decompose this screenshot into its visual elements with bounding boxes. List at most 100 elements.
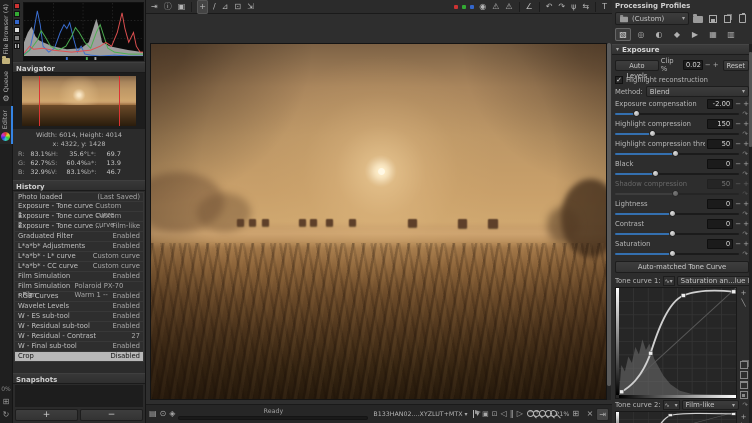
next-image-icon[interactable]: ▷ <box>517 408 523 420</box>
highlight-clip-warning-icon[interactable]: ⚠ <box>491 1 500 13</box>
slider-track[interactable] <box>615 210 739 218</box>
history-row[interactable]: Film Simulation - FilmPolaroid PX-70 War… <box>14 282 144 292</box>
tone-curve-2-reset-icon[interactable]: ↷ <box>741 401 749 409</box>
history-row[interactable]: Film SimulationEnabled <box>14 272 144 282</box>
history-row[interactable]: W - Residual - Contrast27 <box>14 332 144 342</box>
tab-raw[interactable]: ▦ <box>705 28 721 41</box>
slider-track[interactable] <box>615 130 739 138</box>
slider-value[interactable]: 0 <box>707 199 733 209</box>
tab-file-browser[interactable]: File Browser (4) <box>0 0 13 67</box>
history-row-selected[interactable]: CropDisabled <box>14 352 144 362</box>
copy-profile-button[interactable] <box>721 13 734 25</box>
curve-save-icon[interactable] <box>740 391 748 399</box>
rotate-right-icon[interactable]: ↷ <box>557 1 566 13</box>
method-dropdown[interactable]: Blend ▾ <box>646 86 749 97</box>
slider-knob[interactable] <box>649 130 656 137</box>
focus-mask-icon[interactable]: ◉ <box>478 1 487 13</box>
histogram-red-toggle[interactable] <box>14 3 20 9</box>
slider-knob[interactable] <box>669 250 676 257</box>
profile-dropdown[interactable]: (Custom) ▾ <box>615 12 689 25</box>
checkbox-checked-icon[interactable]: ✓ <box>615 76 623 84</box>
crop-tool-icon[interactable]: ⊡ <box>233 1 242 13</box>
flip-horizontal-icon[interactable]: ⇆ <box>581 1 590 13</box>
edit-point-icon[interactable]: + <box>741 289 747 297</box>
tone-curve-1-canvas[interactable] <box>615 287 737 399</box>
preview-vertical-scrollbar[interactable] <box>607 43 611 400</box>
tone-curve-1-type-dropdown[interactable]: ∿▾ <box>663 276 675 286</box>
remove-snapshot-button[interactable]: − <box>80 409 143 421</box>
slider-minus-button[interactable]: − <box>735 140 741 149</box>
gamut-check-icon[interactable]: ▣ <box>482 408 489 420</box>
rotate-left-icon[interactable]: ↶ <box>545 1 554 13</box>
tone-curve-1-mode-dropdown[interactable]: Saturation an...lue Blending ▾ <box>677 276 752 286</box>
history-row[interactable]: L*a*b* AdjustmentsEnabled <box>14 242 144 252</box>
tab-editor[interactable]: Editor <box>0 106 13 144</box>
history-row[interactable]: Photo loaded(Last Saved) <box>14 192 144 202</box>
slider-knob[interactable] <box>652 170 659 177</box>
slider-track[interactable] <box>615 170 739 178</box>
slider-knob[interactable] <box>672 150 679 157</box>
slider-track[interactable] <box>615 230 739 238</box>
navigator-thumbnail[interactable] <box>22 76 136 126</box>
zoom-fit-crop-icon[interactable] <box>544 409 547 420</box>
slider-knob[interactable] <box>669 230 676 237</box>
histogram-blue-toggle[interactable] <box>14 19 20 25</box>
image-info-icon[interactable]: ⓘ <box>163 1 173 13</box>
history-row[interactable]: Wavelet LevelsEnabled <box>14 302 144 312</box>
clipped-preview-icon[interactable]: ⊡ <box>492 408 498 420</box>
history-row[interactable]: Exposure - Tone curve 1Custom curve <box>14 202 144 212</box>
close-editor-icon[interactable]: × <box>587 408 594 420</box>
text-tool-icon[interactable]: T <box>601 1 608 13</box>
edit-point-icon[interactable]: + <box>741 413 747 421</box>
slider-minus-button[interactable]: − <box>735 120 741 129</box>
soft-proofing-flag-icon[interactable] <box>473 410 474 418</box>
curve-copy-icon[interactable] <box>740 361 748 369</box>
tone-curve-2-type-dropdown[interactable]: ∿▾ <box>663 400 680 410</box>
zoom-in-icon[interactable]: + <box>532 409 535 420</box>
slider-reset-icon[interactable]: ↷ <box>741 170 749 178</box>
slider-minus-button[interactable]: − <box>735 160 741 169</box>
level-tool-icon[interactable]: ∠ <box>525 1 534 13</box>
slider-reset-icon[interactable]: ↷ <box>741 110 749 118</box>
flip-vertical-icon[interactable]: ψ <box>570 1 577 13</box>
history-row[interactable]: W - ES sub-toolEnabled <box>14 312 144 322</box>
history-row[interactable]: W - Final sub-toolEnabled <box>14 342 144 352</box>
blue-channel-dot-icon[interactable] <box>470 5 474 9</box>
image-preview[interactable] <box>150 43 607 400</box>
history-row[interactable]: Exposure - Tone curve ...Film-like <box>14 222 144 232</box>
histogram-green-toggle[interactable] <box>14 11 20 17</box>
slider-minus-button[interactable]: − <box>735 240 741 249</box>
clip-minus-button[interactable]: − <box>705 61 711 70</box>
slider-reset-icon[interactable]: ↷ <box>741 130 749 138</box>
color-sampler-icon[interactable]: ⊙ <box>160 408 167 420</box>
scrollbar-thumb[interactable] <box>607 43 611 386</box>
clip-plus-button[interactable]: + <box>713 61 719 70</box>
hide-right-panel-icon[interactable]: ⇥ <box>596 408 609 421</box>
hand-pan-icon[interactable]: ◈ <box>169 408 175 420</box>
curve-load-icon[interactable] <box>740 381 748 389</box>
tab-metadata[interactable]: ▥ <box>723 28 739 41</box>
zoom-out-icon[interactable]: − <box>526 409 529 420</box>
history-row[interactable]: Graduated FilterEnabled <box>14 232 144 242</box>
save-profile-button[interactable] <box>706 13 719 25</box>
clip-value[interactable]: 0.02 <box>683 60 703 70</box>
slider-minus-button[interactable]: − <box>735 200 741 209</box>
histogram-chroma-toggle[interactable] <box>14 35 20 41</box>
green-channel-dot-icon[interactable] <box>462 5 466 9</box>
red-channel-dot-icon[interactable] <box>454 5 458 9</box>
history-row[interactable]: W - Residual sub-toolEnabled <box>14 322 144 332</box>
tab-queue[interactable]: Queue ⚙ <box>0 67 13 106</box>
tab-exposure[interactable]: ▧ <box>615 28 631 41</box>
snapshots-list[interactable] <box>15 385 143 407</box>
slider-minus-button[interactable]: − <box>735 100 741 109</box>
pause-icon[interactable]: ‖ <box>510 408 514 420</box>
paste-profile-button[interactable] <box>736 13 749 25</box>
slider-knob[interactable] <box>633 110 640 117</box>
slider-value[interactable]: 150 <box>707 119 733 129</box>
slider-knob[interactable] <box>669 210 676 217</box>
histogram-luma-toggle[interactable] <box>14 27 20 33</box>
slider-value[interactable]: 0 <box>707 239 733 249</box>
straighten-tool-icon[interactable]: / <box>212 1 217 13</box>
preferences-icon[interactable]: ↻ <box>3 410 10 419</box>
zoom-100-icon[interactable] <box>549 409 552 420</box>
